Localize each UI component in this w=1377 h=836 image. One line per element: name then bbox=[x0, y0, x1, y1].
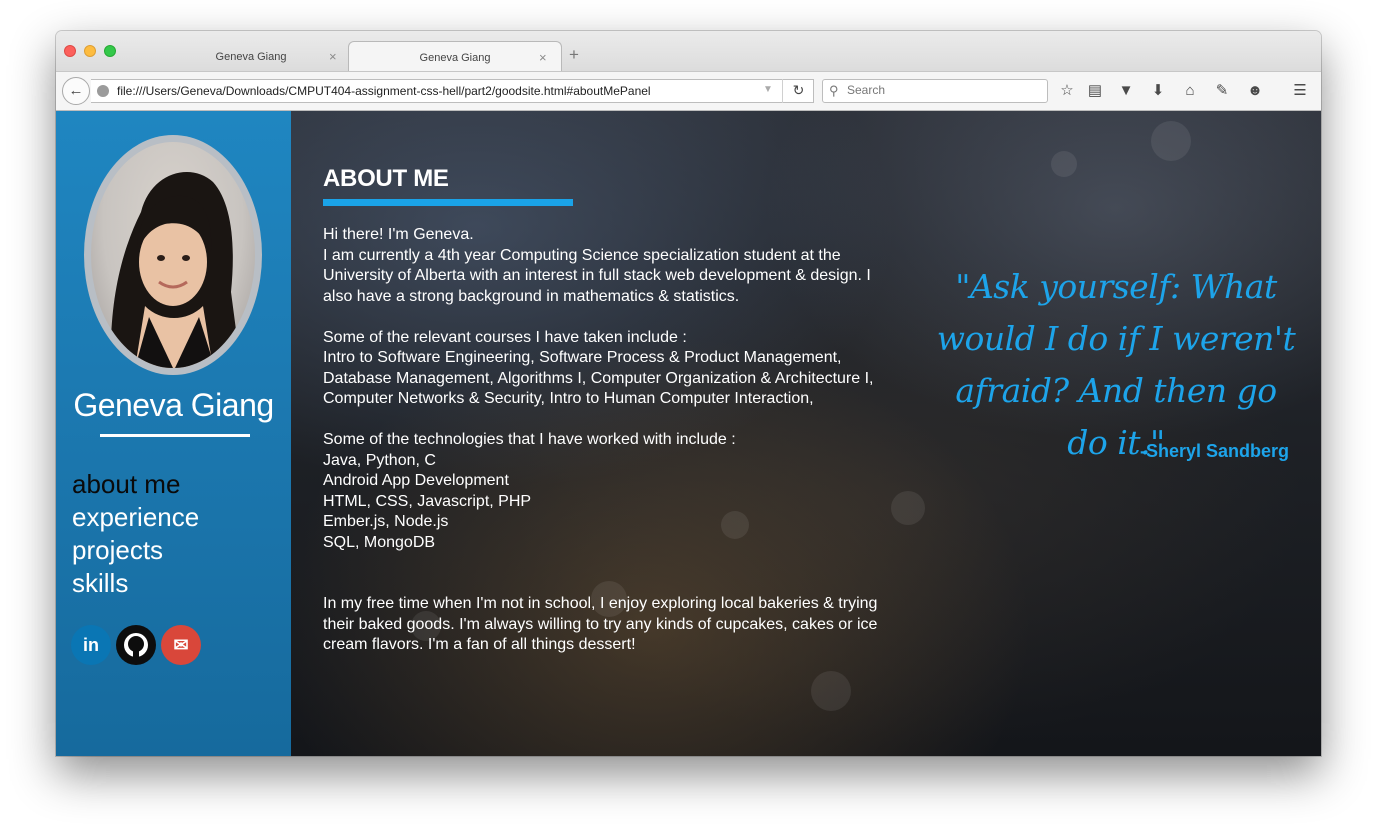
linkedin-icon: in bbox=[83, 635, 99, 655]
pocket-icon[interactable]: ▼ bbox=[1115, 80, 1137, 102]
reload-icon: ↻ bbox=[792, 82, 805, 98]
profile-photo bbox=[91, 142, 255, 368]
quote-author: -Sheryl Sandberg bbox=[1139, 441, 1289, 461]
smiley-icon[interactable]: ☻ bbox=[1244, 80, 1266, 102]
window-close-button[interactable] bbox=[64, 45, 76, 57]
about-me-panel: ABOUT ME Hi there! I'm Geneva. I am curr… bbox=[291, 111, 1321, 756]
screenshot-icon[interactable]: ✎ bbox=[1211, 80, 1233, 102]
free-time-paragraph: In my free time when I'm not in school, … bbox=[323, 595, 878, 653]
tab-active[interactable]: Geneva Giang × bbox=[348, 41, 562, 72]
profile-photo-illustration bbox=[110, 172, 241, 368]
technology-item: Java, Python, C bbox=[323, 451, 436, 469]
nav-link-about-me[interactable]: about me bbox=[72, 468, 199, 501]
intro-greeting: Hi there! I'm Geneva. bbox=[323, 226, 474, 243]
email-icon: ✉ bbox=[173, 635, 189, 655]
browser-window: Geneva Giang × Geneva Giang × + ← file:/… bbox=[56, 31, 1321, 756]
courses-heading: Some of the relevant courses I have take… bbox=[323, 328, 687, 346]
back-button[interactable]: ← bbox=[62, 77, 90, 105]
nav-link-experience[interactable]: experience bbox=[72, 501, 199, 534]
intro-description: I am currently a 4th year Computing Scie… bbox=[323, 246, 871, 305]
about-body: Hi there! I'm Geneva. I am currently a 4… bbox=[323, 225, 898, 656]
avatar bbox=[84, 135, 262, 375]
tab-title: Geneva Giang bbox=[215, 51, 287, 63]
background-bokeh bbox=[1051, 151, 1077, 177]
reading-list-icon[interactable]: ▤ bbox=[1084, 80, 1106, 102]
url-text[interactable]: file:///Users/Geneva/Downloads/CMPUT404-… bbox=[117, 84, 651, 98]
url-bar[interactable]: file:///Users/Geneva/Downloads/CMPUT404-… bbox=[91, 79, 814, 103]
tab-close-icon[interactable]: × bbox=[329, 49, 337, 64]
menu-icon[interactable]: ☰ bbox=[1289, 80, 1311, 102]
background-bokeh bbox=[1151, 121, 1191, 161]
window-minimize-button[interactable] bbox=[84, 45, 96, 57]
tab-strip: Geneva Giang × Geneva Giang × + bbox=[56, 31, 1321, 72]
window-maximize-button[interactable] bbox=[104, 45, 116, 57]
linkedin-button[interactable]: in bbox=[71, 625, 111, 665]
back-arrow-icon: ← bbox=[68, 82, 84, 99]
profile-name: Geneva Giang bbox=[73, 387, 274, 423]
quote-text: "Ask yourself: What would I do if I were… bbox=[936, 267, 1296, 462]
star-icon[interactable]: ☆ bbox=[1056, 80, 1078, 102]
nav-link-skills[interactable]: skills bbox=[72, 567, 199, 600]
heading-underline bbox=[323, 199, 573, 206]
search-icon: ⚲ bbox=[829, 83, 839, 98]
side-navigation: about me experience projects skills bbox=[72, 468, 199, 600]
globe-icon bbox=[97, 85, 109, 97]
download-icon[interactable]: ⬇ bbox=[1147, 80, 1169, 102]
tab-title: Geneva Giang bbox=[419, 52, 491, 64]
tab-close-icon[interactable]: × bbox=[539, 50, 547, 65]
page-viewport: Geneva Giang about me experience project… bbox=[56, 111, 1321, 756]
email-button[interactable]: ✉ bbox=[161, 625, 201, 665]
about-heading: ABOUT ME bbox=[323, 165, 449, 192]
technology-item: Android App Development bbox=[323, 472, 509, 489]
courses-list: Intro to Software Engineering, Software … bbox=[323, 349, 874, 407]
name-divider bbox=[100, 434, 250, 437]
github-icon bbox=[124, 633, 148, 657]
navigation-toolbar: ← file:///Users/Geneva/Downloads/CMPUT40… bbox=[56, 71, 1321, 111]
home-icon[interactable]: ⌂ bbox=[1179, 80, 1201, 102]
tab-inactive[interactable]: Geneva Giang × bbox=[151, 41, 351, 71]
technology-item: Ember.js, Node.js bbox=[323, 513, 449, 530]
reload-button[interactable]: ↻ bbox=[782, 79, 814, 103]
background-bokeh bbox=[811, 671, 851, 711]
technology-item: HTML, CSS, Javascript, PHP bbox=[323, 492, 532, 510]
sidebar: Geneva Giang about me experience project… bbox=[56, 111, 291, 756]
search-bar[interactable]: ⚲ bbox=[822, 79, 1048, 103]
github-button[interactable] bbox=[116, 625, 156, 665]
nav-link-projects[interactable]: projects bbox=[72, 534, 199, 567]
new-tab-button[interactable]: + bbox=[569, 46, 579, 63]
search-input[interactable] bbox=[847, 83, 1037, 97]
history-dropdown-icon[interactable]: ▼ bbox=[763, 84, 773, 95]
technology-item: SQL, MongoDB bbox=[323, 533, 436, 551]
technologies-heading: Some of the technologies that I have wor… bbox=[323, 431, 736, 448]
